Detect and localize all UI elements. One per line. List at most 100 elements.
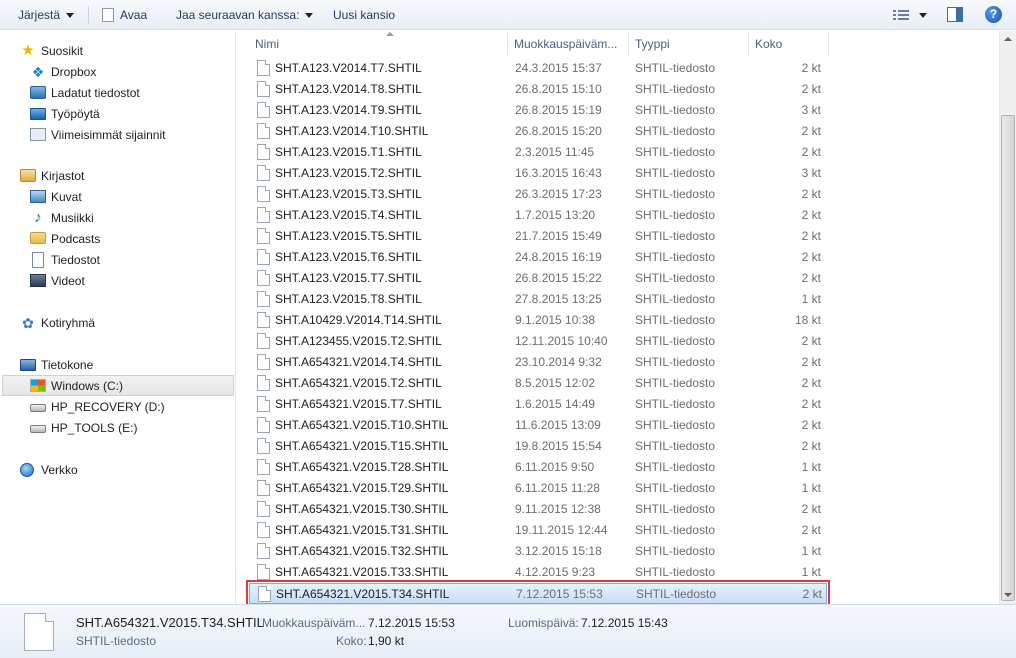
file-size: 2 kt	[801, 523, 821, 537]
file-modified: 7.12.2015 15:53	[516, 587, 603, 601]
file-name: SHT.A654321.V2015.T28.SHTIL	[275, 460, 449, 474]
videos-icon	[30, 274, 46, 288]
organize-label: Järjestä	[18, 8, 61, 22]
help-icon[interactable]: ?	[985, 6, 1002, 23]
details-modified-value: 7.12.2015 15:53	[368, 616, 455, 630]
nav-videos[interactable]: Videot	[30, 271, 85, 292]
change-view-icon[interactable]	[893, 8, 909, 22]
file-row[interactable]: SHT.A123.V2015.T6.SHTIL 24.8.2015 16:19 SH…	[249, 247, 827, 268]
open-button[interactable]: Avaa	[102, 0, 147, 30]
file-name: SHT.A123.V2014.T7.SHTIL	[275, 61, 422, 75]
file-row[interactable]: SHT.A123.V2015.T7.SHTIL 26.8.2015 15:22 SH…	[249, 268, 827, 289]
nav-label: Podcasts	[51, 232, 101, 246]
file-modified: 6.11.2015 9:50	[515, 460, 595, 474]
details-filename: SHT.A654321.V2015.T34.SHTIL	[76, 615, 264, 630]
nav-favorites[interactable]: ★ Suosikit	[20, 41, 83, 62]
file-icon	[257, 480, 270, 496]
file-row[interactable]: SHT.A654321.V2015.T30.SHTIL 9.11.2015 12:…	[249, 499, 827, 520]
nav-libraries[interactable]: Kirjastot	[20, 166, 84, 187]
file-modified: 26.8.2015 15:22	[515, 271, 602, 285]
file-row[interactable]: SHT.A123.V2015.T2.SHTIL 16.3.2015 16:43 SH…	[249, 163, 827, 184]
file-modified: 23.10.2014 9:32	[515, 355, 602, 369]
file-row[interactable]: SHT.A654321.V2015.T28.SHTIL 6.11.2015 9:5…	[249, 457, 827, 478]
file-row[interactable]: SHT.A654321.V2015.T7.SHTIL 1.6.2015 14:49…	[249, 394, 827, 415]
file-modified: 21.7.2015 15:49	[515, 229, 602, 243]
file-row[interactable]: SHT.A123.V2015.T1.SHTIL 2.3.2015 11:45 SHT…	[249, 142, 827, 163]
file-row[interactable]: SHT.A654321.V2015.T15.SHTIL 19.8.2015 15:…	[249, 436, 827, 457]
scroll-down-arrow-icon[interactable]	[1000, 587, 1016, 604]
nav-dropbox[interactable]: ❖ Dropbox	[30, 62, 97, 83]
file-icon	[257, 60, 270, 76]
nav-homegroup[interactable]: ✿ Kotiryhmä	[20, 313, 95, 334]
column-header-type[interactable]: Tyyppi	[629, 31, 749, 57]
column-header-modified[interactable]: Muokkauspäiväm...	[508, 31, 629, 57]
file-type: SHTIL-tiedosto	[635, 355, 716, 369]
file-row[interactable]: SHT.A654321.V2015.T31.SHTIL 19.11.2015 12…	[249, 520, 827, 541]
file-row[interactable]: SHT.A123.V2014.T9.SHTIL 26.8.2015 15:19 SH…	[249, 100, 827, 121]
file-row[interactable]: SHT.A123.V2014.T8.SHTIL 26.8.2015 15:10 SH…	[249, 79, 827, 100]
share-with-label: Jaa seuraavan kanssa:	[176, 8, 300, 22]
share-with-button[interactable]: Jaa seuraavan kanssa:	[176, 0, 314, 30]
file-row[interactable]: SHT.A123.V2015.T8.SHTIL 27.8.2015 13:25 SH…	[249, 289, 827, 310]
file-name: SHT.A123.V2014.T8.SHTIL	[275, 82, 422, 96]
nav-drive-c[interactable]: Windows (C:)	[2, 375, 234, 396]
nav-network[interactable]: Verkko	[20, 460, 78, 481]
file-type: SHTIL-tiedosto	[635, 544, 716, 558]
nav-music[interactable]: ♪ Musiikki	[30, 208, 93, 229]
file-row[interactable]: SHT.A654321.V2015.T29.SHTIL 6.11.2015 11:…	[249, 478, 827, 499]
organize-button[interactable]: Järjestä	[18, 0, 75, 30]
nav-downloads[interactable]: Ladatut tiedostot	[30, 83, 140, 104]
file-row[interactable]: SHT.A123.V2015.T5.SHTIL 21.7.2015 15:49 SH…	[249, 226, 827, 247]
file-row[interactable]: SHT.A654321.V2015.T32.SHTIL 3.12.2015 15:…	[249, 541, 827, 562]
nav-podcasts[interactable]: Podcasts	[30, 229, 100, 250]
nav-label: Windows (C:)	[51, 379, 124, 393]
file-row-selected[interactable]: SHT.A654321.V2015.T34.SHTIL 7.12.2015 15:…	[246, 580, 830, 607]
file-name: SHT.A654321.V2015.T29.SHTIL	[275, 481, 449, 495]
nav-documents[interactable]: Tiedostot	[30, 250, 100, 271]
details-filetype: SHTIL-tiedosto	[76, 634, 157, 648]
nav-drive-e[interactable]: HP_TOOLS (E:)	[30, 418, 137, 439]
nav-label: Kuvat	[51, 190, 82, 204]
file-row[interactable]: SHT.A123.V2014.T10.SHTIL 26.8.2015 15:20 S…	[249, 121, 827, 142]
file-row[interactable]: SHT.A654321.V2015.T2.SHTIL 8.5.2015 12:02…	[249, 373, 827, 394]
column-label: Koko	[755, 37, 783, 51]
file-size: 1 kt	[801, 460, 821, 474]
file-row[interactable]: SHT.A654321.V2015.T10.SHTIL 11.6.2015 13:…	[249, 415, 827, 436]
file-icon	[257, 522, 270, 538]
toolbar-divider	[88, 6, 89, 24]
file-row[interactable]: SHT.A654321.V2015.T33.SHTIL 4.12.2015 9:2…	[249, 562, 827, 583]
view-options-chevron-icon[interactable]	[919, 13, 927, 18]
file-name: SHT.A654321.V2015.T15.SHTIL	[275, 439, 449, 453]
column-header-name[interactable]: Nimi	[249, 31, 508, 57]
nav-computer[interactable]: Tietokone	[20, 355, 93, 376]
preview-pane-icon[interactable]	[947, 7, 963, 22]
file-size: 2 kt	[801, 376, 821, 390]
new-folder-button[interactable]: Uusi kansio	[333, 0, 395, 30]
file-icon	[257, 186, 270, 202]
scroll-up-arrow-icon[interactable]	[1000, 31, 1016, 48]
file-row[interactable]: SHT.A123455.V2015.T2.SHTIL 12.11.2015 10:…	[249, 331, 827, 352]
file-row[interactable]: SHT.A10429.V2014.T14.SHTIL 9.1.2015 10:38…	[249, 310, 827, 331]
file-row[interactable]: SHT.A123.V2015.T3.SHTIL 26.3.2015 17:23 SH…	[249, 184, 827, 205]
file-type: SHTIL-tiedosto	[635, 250, 716, 264]
nav-recent-places[interactable]: Viimeisimmät sijainnit	[30, 125, 165, 146]
file-name: SHT.A123.V2015.T1.SHTIL	[275, 145, 422, 159]
file-name: SHT.A654321.V2015.T32.SHTIL	[275, 544, 449, 558]
nav-desktop[interactable]: Työpöytä	[30, 104, 100, 125]
file-modified: 2.3.2015 11:45	[515, 145, 595, 159]
file-row[interactable]: SHT.A654321.V2014.T4.SHTIL 23.10.2014 9:3…	[249, 352, 827, 373]
file-row[interactable]: SHT.A123.V2014.T7.SHTIL 24.3.2015 15:37 SH…	[249, 58, 827, 79]
scrollbar-thumb[interactable]	[1001, 115, 1015, 601]
file-size: 2 kt	[801, 418, 821, 432]
file-name: SHT.A123.V2015.T5.SHTIL	[275, 229, 422, 243]
file-icon	[257, 291, 270, 307]
nav-pictures[interactable]: Kuvat	[30, 187, 82, 208]
nav-drive-d[interactable]: HP_RECOVERY (D:)	[30, 397, 165, 418]
file-modified: 26.8.2015 15:19	[515, 103, 602, 117]
drive-icon	[30, 403, 46, 412]
file-type: SHTIL-tiedosto	[635, 418, 716, 432]
vertical-scrollbar[interactable]	[999, 31, 1016, 604]
file-modified: 6.11.2015 11:28	[515, 481, 600, 495]
file-row[interactable]: SHT.A123.V2015.T4.SHTIL 1.7.2015 13:20 SHT…	[249, 205, 827, 226]
column-header-size[interactable]: Koko	[749, 31, 829, 57]
